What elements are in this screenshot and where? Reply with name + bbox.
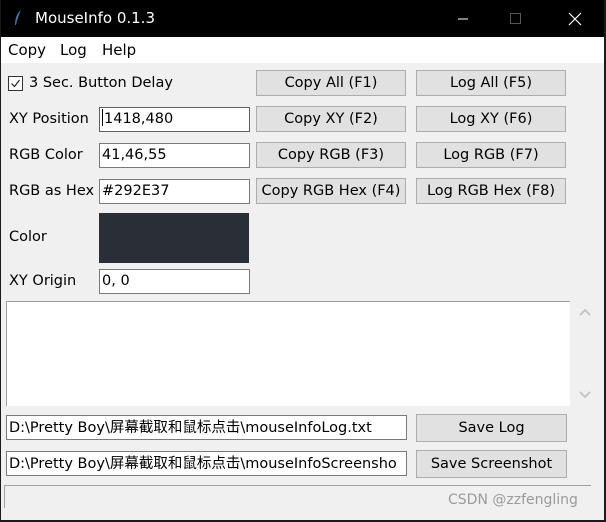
button-delay-label: 3 Sec. Button Delay bbox=[29, 75, 173, 91]
close-button[interactable] bbox=[552, 0, 598, 37]
maximize-icon bbox=[510, 12, 521, 24]
minimize-icon bbox=[458, 18, 468, 19]
menu-help[interactable]: Help bbox=[102, 41, 136, 59]
menu-log[interactable]: Log bbox=[60, 41, 87, 59]
log-file-path-field[interactable]: D:\Pretty Boy\屏幕截取和鼠标点击\mouseInfoLog.txt bbox=[6, 415, 407, 440]
scroll-down-button[interactable] bbox=[578, 388, 592, 399]
xy-origin-field[interactable]: 0, 0 bbox=[99, 269, 250, 294]
copy-rgb-hex-button[interactable]: Copy RGB Hex (F4) bbox=[256, 178, 406, 204]
watermark: CSDN @zzfengling bbox=[448, 492, 578, 508]
save-log-button[interactable]: Save Log bbox=[416, 414, 567, 442]
log-rgb-hex-button[interactable]: Log RGB Hex (F8) bbox=[416, 178, 566, 204]
xy-position-value: 1418,480 bbox=[104, 111, 174, 127]
window-border-left bbox=[0, 0, 1, 522]
rgb-color-field[interactable]: 41,46,55 bbox=[99, 143, 250, 168]
log-xy-button[interactable]: Log XY (F6) bbox=[416, 106, 566, 132]
text-caret bbox=[102, 109, 103, 126]
save-screenshot-button[interactable]: Save Screenshot bbox=[416, 450, 567, 478]
log-all-button[interactable]: Log All (F5) bbox=[416, 70, 566, 96]
rgb-hex-label: RGB as Hex bbox=[9, 183, 95, 199]
maximize-button[interactable] bbox=[493, 0, 539, 37]
chevron-down-icon bbox=[579, 391, 591, 399]
rgb-hex-field[interactable]: #292E37 bbox=[99, 179, 250, 204]
feather-icon bbox=[14, 10, 22, 26]
xy-origin-label: XY Origin bbox=[9, 273, 77, 289]
button-delay-option[interactable]: 3 Sec. Button Delay bbox=[8, 75, 173, 91]
copy-xy-button[interactable]: Copy XY (F2) bbox=[256, 106, 406, 132]
button-delay-checkbox[interactable] bbox=[8, 75, 23, 91]
minimize-button[interactable] bbox=[440, 0, 486, 37]
close-icon bbox=[568, 12, 582, 25]
log-textarea[interactable] bbox=[6, 301, 570, 406]
color-swatch bbox=[99, 213, 249, 263]
rgb-color-label: RGB Color bbox=[9, 147, 83, 163]
copy-rgb-button[interactable]: Copy RGB (F3) bbox=[256, 142, 406, 168]
menu-copy[interactable]: Copy bbox=[8, 41, 46, 59]
copy-all-button[interactable]: Copy All (F1) bbox=[256, 70, 406, 96]
log-rgb-button[interactable]: Log RGB (F7) bbox=[416, 142, 566, 168]
title-bar: MouseInfo 0.1.3 bbox=[0, 0, 606, 37]
window-title: MouseInfo 0.1.3 bbox=[35, 9, 155, 27]
screenshot-path-field[interactable]: D:\Pretty Boy\屏幕截取和鼠标点击\mouseInfoScreens… bbox=[6, 451, 407, 476]
chevron-up-icon bbox=[579, 308, 591, 316]
menu-bar: Copy Log Help bbox=[0, 37, 605, 63]
xy-position-label: XY Position bbox=[9, 111, 89, 127]
scroll-up-button[interactable] bbox=[578, 305, 592, 316]
checkmark-icon bbox=[11, 79, 20, 87]
xy-position-field[interactable]: 1418,480 bbox=[99, 107, 250, 132]
color-label: Color bbox=[9, 229, 47, 245]
